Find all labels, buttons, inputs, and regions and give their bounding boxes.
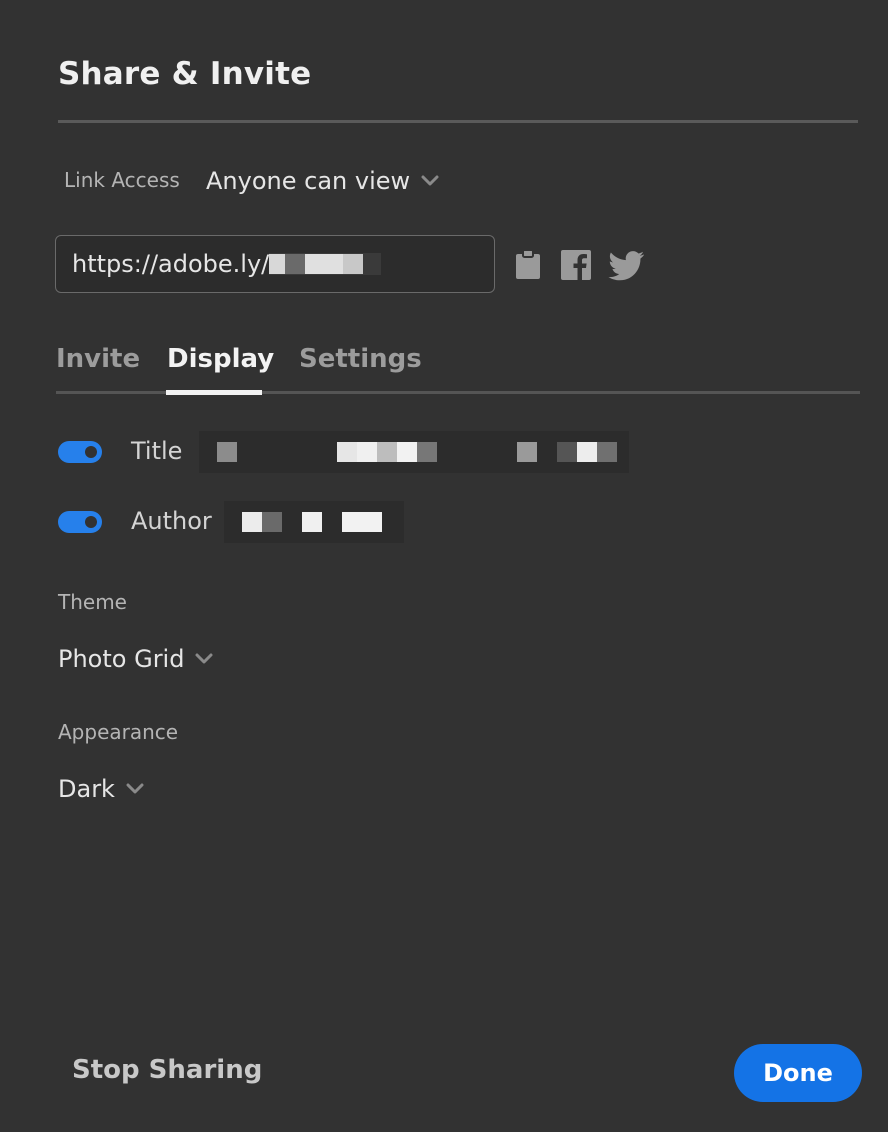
appearance-dropdown[interactable]: Dark [58,775,145,803]
appearance-value: Dark [58,775,115,803]
twitter-icon[interactable] [606,248,646,282]
stop-sharing-button[interactable]: Stop Sharing [72,1055,262,1085]
clipboard-icon[interactable] [512,248,546,282]
facebook-icon[interactable] [560,248,594,282]
redacted-title-value [199,431,629,473]
share-url-field[interactable]: https://adobe.ly/ [55,235,495,293]
link-access-value: Anyone can view [206,167,411,195]
title-toggle-label: Title [131,437,183,465]
redacted-author-value [224,501,404,543]
tab-display[interactable]: Display [167,344,274,374]
theme-label: Theme [58,590,127,614]
done-button[interactable]: Done [734,1044,862,1102]
chevron-down-icon [195,653,213,664]
share-url-prefix: https://adobe.ly/ [72,250,270,278]
chevron-down-icon [421,175,439,186]
link-access-label: Link Access [64,168,180,192]
link-access-dropdown[interactable]: Anyone can view [206,167,440,195]
theme-value: Photo Grid [58,645,185,673]
author-toggle-label: Author [131,507,212,535]
tab-settings[interactable]: Settings [299,344,422,374]
title-toggle[interactable] [58,441,102,463]
tab-invite[interactable]: Invite [56,344,140,374]
tab-bar: Invite Display Settings [56,340,860,396]
tab-active-indicator [166,390,262,395]
title-divider [58,120,858,123]
author-toggle[interactable] [58,511,102,533]
theme-dropdown[interactable]: Photo Grid [58,645,214,673]
dialog-title: Share & Invite [58,56,312,92]
chevron-down-icon [126,783,144,794]
share-invite-dialog: Share & Invite Link Access Anyone can vi… [0,0,888,1132]
redacted-url-suffix [269,253,382,275]
appearance-label: Appearance [58,720,179,744]
